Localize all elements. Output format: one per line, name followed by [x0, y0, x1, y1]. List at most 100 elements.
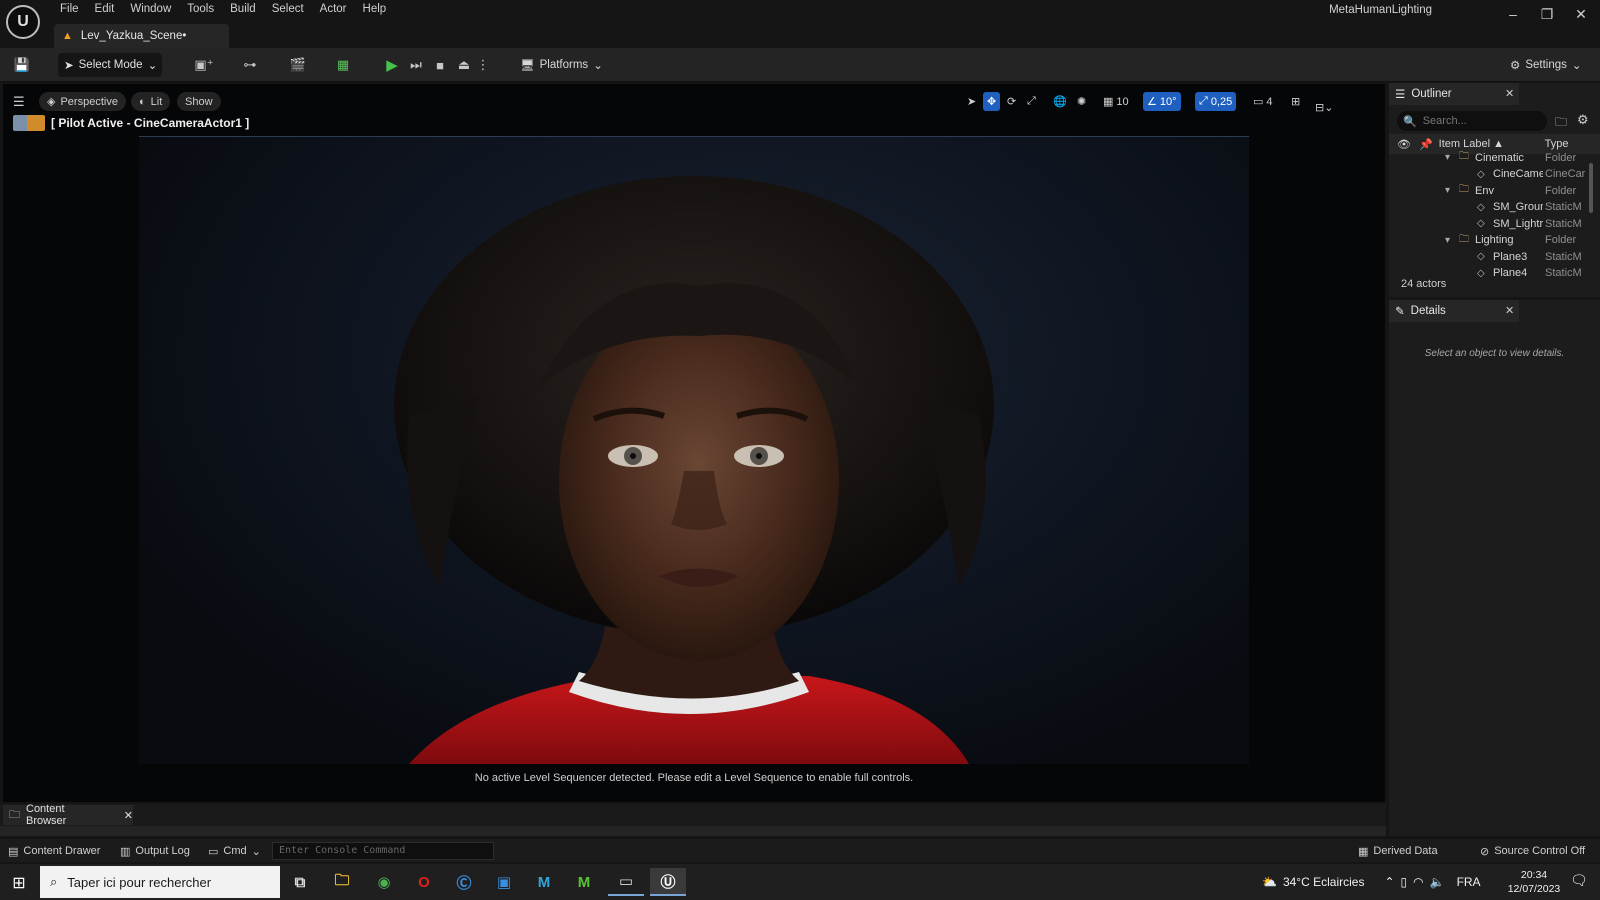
rotation-snap-button[interactable]: ∠ 10° [1143, 92, 1181, 111]
outliner-actor-row[interactable]: ◇ CineCamerCineCar [1389, 166, 1600, 183]
outliner-folder-row[interactable]: ▾ 🗀 Env Folder [1389, 182, 1600, 199]
level-viewport[interactable]: ☰ ◈ Perspective ◐ Lit Show [ Pilot Activ… [3, 84, 1385, 802]
select-mode-dropdown[interactable]: ➤ Select Mode ⌄ [58, 53, 162, 77]
play-icon[interactable]: ▶ [382, 54, 402, 76]
perspective-button[interactable]: ◈ Perspective [39, 92, 126, 111]
lit-mode-button[interactable]: ◐ Lit [131, 92, 171, 111]
blueprint-icon[interactable]: ⊶ [234, 54, 266, 76]
cinematics-icon[interactable]: 🎬 [282, 54, 314, 76]
pilot-active-label: [ Pilot Active - CineCameraActor1 ] [13, 114, 249, 132]
outliner-tab[interactable]: ☰ Outliner [1389, 83, 1519, 105]
unreal-engine-taskbar-icon[interactable]: Ⓤ [650, 868, 686, 896]
surface-snap-icon[interactable]: ✺ [1073, 92, 1090, 111]
task-view-icon[interactable]: ⧉ [282, 868, 318, 896]
battery-icon[interactable]: ▯ [1401, 875, 1408, 889]
content-browser-tab[interactable]: 🗀 Content Browser ✕ [3, 803, 133, 827]
scale-tool-icon[interactable]: ⤢ [1023, 92, 1040, 111]
store-icon[interactable]: ▣ [486, 868, 522, 896]
cmd-dropdown[interactable]: ▭ Cmd ⌄ [208, 842, 261, 860]
platforms-icon: 🖥 [520, 60, 535, 72]
console-command-input[interactable]: Enter Console Command [272, 842, 494, 860]
close-icon[interactable]: ✕ [1505, 87, 1514, 100]
opera-icon[interactable]: O [406, 868, 442, 896]
pilot-camera-icon[interactable] [13, 115, 45, 131]
rotate-tool-icon[interactable]: ⟳ [1003, 92, 1020, 111]
outliner-item-type: StaticM [1545, 217, 1582, 230]
translate-tool-icon[interactable]: ✥ [983, 92, 1001, 111]
world-space-icon[interactable]: 🌐 [1049, 92, 1071, 111]
menu-actor[interactable]: Actor [312, 0, 355, 20]
maximize-viewport-icon[interactable]: ⊞ [1287, 92, 1304, 111]
stop-icon[interactable]: ■ [430, 54, 450, 76]
close-icon[interactable]: ✕ [124, 809, 133, 822]
app-window-icon[interactable]: ▭ [608, 868, 644, 896]
save-icon[interactable]: 💾 [10, 54, 34, 76]
wifi-icon[interactable]: ◠ [1413, 875, 1423, 889]
language-indicator[interactable]: FRA [1457, 875, 1481, 889]
unreal-logo-icon[interactable]: U [6, 5, 40, 39]
chevron-up-icon[interactable]: ⌃ [1384, 875, 1394, 889]
cube-icon: ◈ [47, 96, 56, 108]
menu-select[interactable]: Select [264, 0, 312, 20]
menu-tools[interactable]: Tools [179, 0, 222, 20]
more-options-icon[interactable]: ⋮ [476, 54, 490, 76]
select-tool-icon[interactable]: ➤ [963, 92, 980, 111]
weather-text[interactable]: 34°C Eclaircies [1283, 875, 1365, 889]
restore-window-button[interactable]: ❐ [1532, 2, 1562, 26]
taskbar-search-placeholder: Taper ici pour rechercher [67, 874, 212, 890]
file-explorer-icon[interactable]: 🗀 [324, 868, 360, 896]
camera-speed-button[interactable]: ▭ 4 [1249, 92, 1277, 111]
menu-help[interactable]: Help [355, 0, 395, 20]
outliner-actor-row[interactable]: ◇ SM_LightrcStaticM [1389, 215, 1600, 232]
content-drawer-button[interactable]: ▤ Content Drawer [8, 842, 100, 860]
m-app-green-icon[interactable]: M [566, 868, 602, 896]
outliner-scrollbar[interactable] [1589, 163, 1593, 213]
m-app-blue-icon[interactable]: M [526, 868, 562, 896]
outliner-search-input[interactable]: 🔍 Search... [1397, 111, 1547, 131]
menu-bar: File Edit Window Tools Build Select Acto… [52, 0, 394, 20]
show-button[interactable]: Show [177, 92, 221, 111]
volume-icon[interactable]: 🔈 [1430, 875, 1445, 889]
chrome-icon[interactable]: ◉ [366, 868, 402, 896]
outliner-folder-row[interactable]: ▾ 🗀 Lighting Folder [1389, 232, 1600, 249]
add-folder-icon[interactable]: 🗀 [1555, 113, 1567, 134]
minimize-window-button[interactable]: – [1498, 2, 1528, 26]
notification-icon[interactable]: 🗨 [1570, 872, 1588, 889]
layout-icon[interactable]: ⊟⌄ [1311, 98, 1337, 117]
chevron-down-icon[interactable]: ▾ [1445, 152, 1450, 163]
advance-frame-icon[interactable]: ⏭ [406, 54, 426, 76]
menu-edit[interactable]: Edit [87, 0, 123, 20]
level-document-tab[interactable]: ▲ Lev_Yazkua_Scene• [54, 24, 229, 48]
weather-icon: ⛅ [1262, 875, 1277, 889]
rotation-snap-value: 10° [1159, 95, 1177, 108]
outliner-actor-row[interactable]: ◇ Plane3 StaticM [1389, 248, 1600, 265]
menu-build[interactable]: Build [222, 0, 264, 20]
add-actor-icon[interactable]: ▣⁺ [188, 54, 220, 76]
outliner-icon: ☰ [1395, 89, 1406, 101]
details-tab[interactable]: ✎ Details [1389, 300, 1519, 322]
close-window-button[interactable]: ✕ [1566, 2, 1596, 26]
grid-snap-button[interactable]: ▦ 10 [1099, 92, 1133, 111]
taskbar-clock[interactable]: 20:34 12/07/2023 [1504, 868, 1564, 896]
outliner-folder-row[interactable]: ▾ 🗀 Cinematic Folder [1389, 149, 1600, 166]
menu-window[interactable]: Window [122, 0, 179, 20]
chevron-down-icon[interactable]: ▾ [1445, 235, 1450, 246]
menu-file[interactable]: File [52, 0, 87, 20]
outliner-actor-row[interactable]: ◇ SM_Groun StaticM [1389, 199, 1600, 216]
eject-icon[interactable]: ⏏ [454, 54, 474, 76]
taskbar-search-input[interactable]: ⌕ Taper ici pour rechercher [40, 866, 280, 898]
settings-dropdown[interactable]: ⚙ Settings ⌄ [1510, 53, 1594, 77]
console-placeholder: Enter Console Command [279, 845, 406, 856]
output-log-button[interactable]: ▥ Output Log [120, 842, 190, 860]
gear-icon[interactable]: ⚙ [1577, 112, 1589, 128]
platforms-dropdown[interactable]: 🖥 Platforms ⌄ [520, 53, 604, 77]
close-icon[interactable]: ✕ [1505, 304, 1514, 317]
c-app-icon[interactable]: Ⓒ [446, 868, 482, 896]
derived-data-button[interactable]: ▦ Derived Data [1358, 842, 1438, 860]
scale-snap-button[interactable]: ⤢ 0,25 [1195, 92, 1237, 111]
chevron-down-icon[interactable]: ▾ [1445, 185, 1450, 196]
hamburger-menu-icon[interactable]: ☰ [13, 94, 25, 110]
source-control-button[interactable]: ⊘ Source Control Off [1480, 842, 1585, 860]
modes-icon[interactable]: ▦ [332, 54, 354, 76]
windows-start-icon[interactable]: ⊞ [8, 872, 30, 894]
